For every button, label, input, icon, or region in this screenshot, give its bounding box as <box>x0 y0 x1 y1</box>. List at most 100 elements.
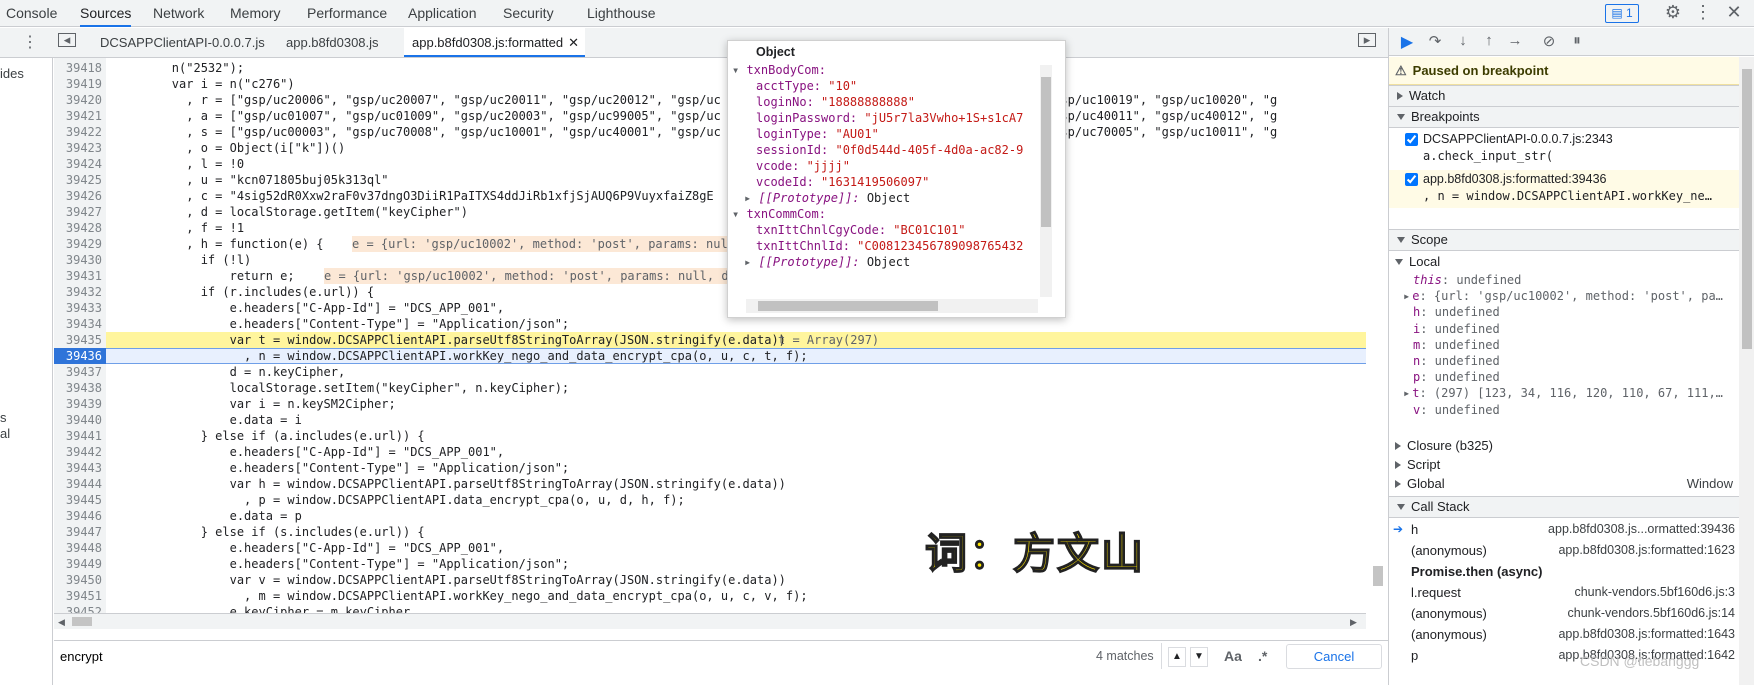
close-tab-icon[interactable]: ✕ <box>568 28 579 57</box>
message-count-badge[interactable]: ▤ 1 <box>1605 4 1639 23</box>
line-number[interactable]: 39431 <box>54 268 102 284</box>
line-number[interactable]: 39451 <box>54 588 102 604</box>
tab-performance[interactable]: Performance <box>307 0 387 27</box>
collapsed-arrow-icon[interactable]: ▸ <box>1403 289 1410 303</box>
line-number[interactable]: 39443 <box>54 460 102 476</box>
line-number[interactable]: 39452 <box>54 604 102 613</box>
collapsed-arrow-icon[interactable]: ▸ <box>1403 386 1410 400</box>
call-frame[interactable]: (anonymous) app.b8fd0308.js:formatted:164… <box>1389 623 1739 646</box>
code-line[interactable]: d = n.keyCipher, <box>114 364 346 380</box>
tab-network[interactable]: Network <box>153 0 204 27</box>
scroll-thumb[interactable] <box>1742 69 1752 349</box>
code-line[interactable]: , p = window.DCSAPPClientAPI.data_encryp… <box>114 492 685 508</box>
call-frame[interactable]: Promise.then (async) <box>1389 560 1739 583</box>
code-line[interactable]: , o = Object(i["k"])() <box>114 140 345 156</box>
line-number[interactable]: 39441 <box>54 428 102 444</box>
line-number[interactable]: 39424 <box>54 156 102 172</box>
scroll-thumb[interactable] <box>758 301 938 311</box>
code-line[interactable]: , r = ["gsp/uc20006", "gsp/uc20007", "gs… <box>114 92 1277 108</box>
line-number-gutter[interactable]: 39418 39419 39420 39421 39422 39423 39424 39425… <box>54 58 106 613</box>
previous-match-button[interactable]: ▲ <box>1168 647 1186 667</box>
breakpoint-item[interactable]: DCSAPPClientAPI-0.0.0.7.js:2343 a.check_… <box>1389 130 1739 168</box>
code-line[interactable]: e.headers["Content-Type"] = "Application… <box>114 316 570 332</box>
code-line[interactable]: e.data = i <box>114 412 302 428</box>
object-preview-popover[interactable]: Object ▾ txnBodyCom: acctType: "10" loginN… <box>727 40 1066 318</box>
line-number[interactable]: 39433 <box>54 300 102 316</box>
editor-horizontal-scrollbar[interactable]: ◀ ▶ <box>54 613 1366 629</box>
pause-on-exceptions-icon[interactable]: ⏸ <box>1567 32 1587 49</box>
file-tab-dcsappclientapi[interactable]: DCSAPPClientAPI-0.0.0.7.js <box>94 28 271 57</box>
file-tab-app[interactable]: app.b8fd0308.js <box>280 28 385 57</box>
scroll-thumb[interactable] <box>1373 566 1383 586</box>
breakpoint-checkbox[interactable] <box>1405 173 1418 186</box>
code-line[interactable]: , h = function(e) { <box>114 236 323 252</box>
toggle-navigator-icon[interactable]: ◂ <box>58 33 76 47</box>
line-number[interactable]: 39428 <box>54 220 102 236</box>
line-number[interactable]: 39419 <box>54 76 102 92</box>
line-number[interactable]: 39432 <box>54 284 102 300</box>
breakpoint-checkbox[interactable] <box>1405 133 1418 146</box>
line-number[interactable]: 39445 <box>54 492 102 508</box>
scope-variable[interactable]: n: undefined <box>1413 353 1754 369</box>
code-line[interactable]: e.data = p <box>114 508 302 524</box>
scroll-left-arrow-icon[interactable]: ◀ <box>58 617 65 628</box>
match-case-button[interactable]: Aa <box>1224 648 1242 664</box>
line-number[interactable]: 39446 <box>54 508 102 524</box>
code-line[interactable]: var t = window.DCSAPPClientAPI.parseUtf8… <box>114 332 786 348</box>
scope-variable[interactable]: p: undefined <box>1413 369 1754 385</box>
line-number[interactable]: 39418 <box>54 60 102 76</box>
code-line[interactable]: , d = localStorage.getItem("keyCipher") <box>114 204 468 220</box>
toggle-debugger-icon[interactable]: ▸ <box>1358 33 1376 47</box>
code-line[interactable]: var v = window.DCSAPPClientAPI.parseUtf8… <box>114 572 786 588</box>
code-line[interactable]: , s = ["gsp/uc00003", "gsp/uc70008", "gs… <box>114 124 1277 140</box>
code-line[interactable]: , a = ["gsp/uc01007", "gsp/uc01009", "gs… <box>114 108 1277 124</box>
code-line[interactable]: var h = window.DCSAPPClientAPI.parseUtf8… <box>114 476 786 492</box>
scope-global[interactable]: Global Window <box>1389 475 1739 493</box>
more-options-icon[interactable]: ⋮ <box>1694 2 1712 23</box>
code-line[interactable]: , m = window.DCSAPPClientAPI.workKey_neg… <box>114 588 808 604</box>
next-match-button[interactable]: ▼ <box>1190 647 1208 667</box>
code-line[interactable]: e.headers["Content-Type"] = "Application… <box>114 556 570 572</box>
code-line[interactable]: , f = !1 <box>114 220 244 236</box>
close-devtools-icon[interactable]: ✕ <box>1724 2 1744 23</box>
step-over-icon[interactable]: ↷ <box>1425 32 1445 50</box>
code-line[interactable]: e.keyCipher = m.keyCipher, <box>114 604 418 613</box>
line-number[interactable]: 39447 <box>54 524 102 540</box>
code-line[interactable]: var i = n.keySM2Cipher; <box>114 396 396 412</box>
callstack-section-header[interactable]: Call Stack <box>1389 496 1739 518</box>
code-line[interactable]: } else if (s.includes(e.url)) { <box>114 524 425 540</box>
line-number[interactable]: 39448 <box>54 540 102 556</box>
scroll-thumb[interactable] <box>1041 77 1051 227</box>
line-number[interactable]: 39434 <box>54 316 102 332</box>
line-number[interactable]: 39442 <box>54 444 102 460</box>
navigator-more-icon[interactable]: ⋮ <box>22 32 38 52</box>
scope-script[interactable]: Script <box>1389 456 1739 474</box>
call-frame[interactable]: (anonymous) app.b8fd0308.js:formatted:162… <box>1389 539 1739 562</box>
line-number[interactable]: 39422 <box>54 124 102 140</box>
scope-variable[interactable]: v: undefined <box>1413 402 1754 418</box>
expanded-arrow-icon[interactable]: ▾ <box>732 207 746 221</box>
step-icon[interactable]: → <box>1505 32 1525 49</box>
line-number[interactable]: 39435 <box>54 332 102 348</box>
breakpoint-marker[interactable]: 39436 <box>54 348 106 364</box>
expanded-arrow-icon[interactable]: ▾ <box>732 63 746 77</box>
code-line[interactable]: e.headers["Content-Type"] = "Application… <box>114 460 570 476</box>
scroll-right-arrow-icon[interactable]: ▶ <box>1350 617 1357 628</box>
code-line[interactable]: return e; <box>114 268 295 284</box>
code-line[interactable]: , l = !0 <box>114 156 244 172</box>
code-line[interactable]: , n = window.DCSAPPClientAPI.workKey_neg… <box>114 348 808 364</box>
tab-lighthouse[interactable]: Lighthouse <box>587 0 656 27</box>
code-line[interactable]: e.headers["C-App-Id"] = "DCS_APP_001", <box>114 540 505 556</box>
regex-button[interactable]: .* <box>1258 648 1267 664</box>
tab-application[interactable]: Application <box>408 0 477 27</box>
navigator-fragment[interactable]: al <box>0 426 10 441</box>
settings-gear-icon[interactable]: ⚙ <box>1662 2 1684 23</box>
line-number[interactable]: 39427 <box>54 204 102 220</box>
object-property[interactable]: ▸ [[Prototype]]: Object <box>744 253 910 271</box>
scope-variable[interactable]: ▸ t: (297) [123, 34, 116, 120, 110, 67, 1… <box>1403 385 1753 401</box>
cancel-search-button[interactable]: Cancel <box>1286 644 1382 669</box>
tab-sources[interactable]: Sources <box>80 0 132 27</box>
step-into-icon[interactable]: ↓ <box>1453 32 1473 49</box>
code-line[interactable]: var i = n("c276") <box>114 76 295 92</box>
breakpoint-item-active[interactable]: app.b8fd0308.js:formatted:39436 , n = wi… <box>1389 170 1739 208</box>
